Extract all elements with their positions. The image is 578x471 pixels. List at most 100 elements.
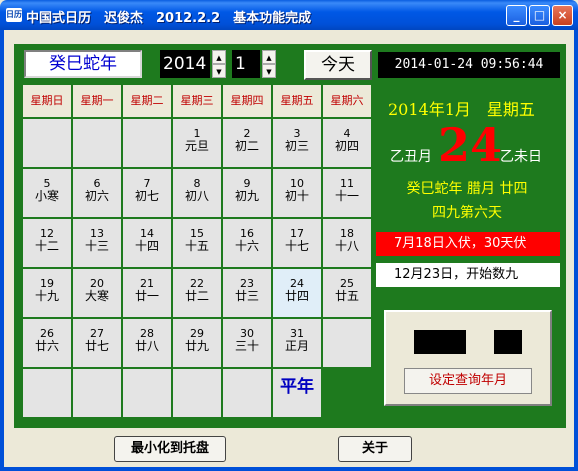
month-input[interactable]: 1: [232, 50, 260, 78]
calendar-day-cell[interactable]: 18 十八: [322, 218, 372, 268]
query-month-field[interactable]: [494, 330, 522, 354]
current-date-line: 2014年1月 星期五: [388, 100, 535, 119]
calendar-day-cell[interactable]: 4 初四: [322, 118, 372, 168]
lunar-day: 十五: [184, 239, 209, 253]
alert-banner: 7月18日入伏，30天伏: [376, 232, 560, 256]
lunar-day: 初七: [134, 189, 159, 203]
calendar-day-cell[interactable]: 17 十七: [272, 218, 322, 268]
year-up-arrow-icon[interactable]: ▲: [212, 50, 226, 64]
calendar-day-cell[interactable]: 14 十四: [122, 218, 172, 268]
calendar-day-cell[interactable]: 1 元旦: [172, 118, 222, 168]
calendar-day-cell[interactable]: 15 十五: [172, 218, 222, 268]
calendar-day-cell[interactable]: [172, 368, 222, 418]
calendar-day-cell[interactable]: 2 初二: [222, 118, 272, 168]
calendar-day-cell[interactable]: [122, 368, 172, 418]
ganzhi-month: 乙丑月: [390, 149, 432, 165]
calendar-day-cell[interactable]: 6 初六: [72, 168, 122, 218]
calendar-day-cell[interactable]: 13 十三: [72, 218, 122, 268]
close-button[interactable]: ×: [552, 5, 573, 26]
lunar-day: 初四: [334, 139, 359, 153]
lunar-day: 小寒: [34, 189, 59, 203]
lunar-day: 大寒: [84, 289, 109, 303]
today-button[interactable]: 今天: [304, 50, 372, 80]
datetime-display: 2014-01-24 09:56:44: [378, 52, 560, 78]
year-spinner[interactable]: ▲ ▼: [212, 50, 226, 78]
lunar-day: 初三: [284, 139, 309, 153]
zodiac-year-label: 癸巳蛇年: [24, 50, 142, 78]
calendar-day-cell[interactable]: [322, 318, 372, 368]
calendar-app-icon: 日历: [6, 8, 22, 22]
weekday-header: 星期日: [22, 84, 72, 118]
ganzhi-day: 乙未日: [500, 149, 542, 165]
lunar-day: 廿六: [34, 339, 59, 353]
lunar-day: 廿四: [284, 289, 309, 303]
month-spinner[interactable]: ▲ ▼: [262, 50, 276, 78]
calendar-day-cell[interactable]: 24 廿四: [272, 268, 322, 318]
lunar-day: 初六: [84, 189, 109, 203]
calendar-day-cell[interactable]: [22, 118, 72, 168]
calendar-day-cell[interactable]: [72, 368, 122, 418]
calendar-day-cell[interactable]: 25 廿五: [322, 268, 372, 318]
weekday-header: 星期五: [272, 84, 322, 118]
calendar-day-cell[interactable]: 21 廿一: [122, 268, 172, 318]
calendar-day-cell[interactable]: 9 初九: [222, 168, 272, 218]
calendar-day-cell[interactable]: 5 小寒: [22, 168, 72, 218]
lunar-day: 十八: [334, 239, 359, 253]
set-query-button[interactable]: 设定查询年月: [404, 368, 532, 394]
big-day-number: 24: [438, 118, 503, 172]
notice-banner: 12月23日，开始数九: [376, 263, 560, 287]
lunar-day: 十七: [284, 239, 309, 253]
calendar-day-cell[interactable]: 20 大寒: [72, 268, 122, 318]
lunar-day: 廿七: [84, 339, 109, 353]
minimize-to-tray-button[interactable]: 最小化到托盘: [114, 436, 226, 462]
lunar-day: 元旦: [184, 139, 209, 153]
lunar-day: 三十: [234, 339, 259, 353]
weekday-header: 星期二: [122, 84, 172, 118]
calendar-day-cell[interactable]: [122, 118, 172, 168]
weekday-header: 星期六: [322, 84, 372, 118]
window-title: 中国式日历 迟俊杰 2012.2.2 基本功能完成: [26, 11, 312, 26]
calendar-day-cell[interactable]: 30 三十: [222, 318, 272, 368]
about-button[interactable]: 关于: [338, 436, 412, 462]
calendar-day-cell[interactable]: 28 廿八: [122, 318, 172, 368]
lunar-day: 正月: [284, 339, 309, 353]
lunar-day: 十六: [234, 239, 259, 253]
calendar-day-cell[interactable]: [72, 118, 122, 168]
calendar-day-cell[interactable]: 27 廿七: [72, 318, 122, 368]
year-input[interactable]: 2014: [160, 50, 210, 78]
minimize-button[interactable]: _: [506, 5, 527, 26]
title-bar: 日历 中国式日历 迟俊杰 2012.2.2 基本功能完成 _ □ ×: [0, 0, 578, 30]
calendar-day-cell[interactable]: 7 初七: [122, 168, 172, 218]
calendar-day-cell[interactable]: 8 初八: [172, 168, 222, 218]
lunar-day: 十九: [34, 289, 59, 303]
calendar-day-cell[interactable]: 23 廿三: [222, 268, 272, 318]
calendar-day-cell[interactable]: 22 廿二: [172, 268, 222, 318]
calendar-day-cell[interactable]: 11 十一: [322, 168, 372, 218]
year-down-arrow-icon[interactable]: ▼: [212, 64, 226, 78]
calendar-day-cell[interactable]: [222, 368, 272, 418]
month-down-arrow-icon[interactable]: ▼: [262, 64, 276, 78]
query-year-field[interactable]: [414, 330, 466, 354]
calendar-day-cell[interactable]: 3 初三: [272, 118, 322, 168]
lunar-day: 十一: [334, 189, 359, 203]
lunar-day: 廿三: [234, 289, 259, 303]
weekday-header: 星期四: [222, 84, 272, 118]
calendar-day-cell[interactable]: 19 十九: [22, 268, 72, 318]
lunar-day: 初九: [234, 189, 259, 203]
calendar-day-cell[interactable]: 26 廿六: [22, 318, 72, 368]
month-up-arrow-icon[interactable]: ▲: [262, 50, 276, 64]
lunar-day: 廿八: [134, 339, 159, 353]
lunar-day: 十二: [34, 239, 59, 253]
calendar-day-cell[interactable]: 12 十二: [22, 218, 72, 268]
calendar-grid: 星期日 星期一 星期二 星期三 星期四 星期五 星期六 1 元旦 2 初二 3 初三 4 初四 5 小寒 6 初六 7…: [22, 84, 372, 420]
lunar-date-line: 癸巳蛇年 腊月 廿四: [406, 181, 528, 197]
weekday-header: 星期一: [72, 84, 122, 118]
lunar-day: 廿一: [134, 289, 159, 303]
lunar-day: 初八: [184, 189, 209, 203]
maximize-button[interactable]: □: [529, 5, 550, 26]
calendar-day-cell[interactable]: 16 十六: [222, 218, 272, 268]
calendar-day-cell[interactable]: 29 廿九: [172, 318, 222, 368]
calendar-day-cell[interactable]: 10 初十: [272, 168, 322, 218]
calendar-day-cell[interactable]: 31 正月: [272, 318, 322, 368]
calendar-day-cell[interactable]: [22, 368, 72, 418]
